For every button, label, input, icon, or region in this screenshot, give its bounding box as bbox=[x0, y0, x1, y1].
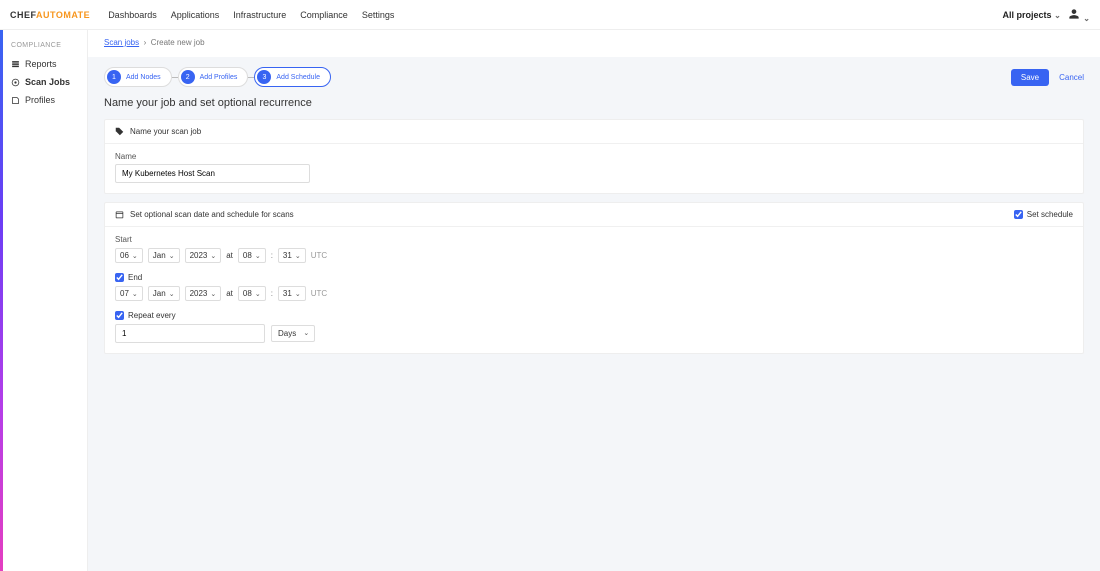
start-label: Start bbox=[115, 235, 1073, 244]
end-day-select[interactable]: 07⌄ bbox=[115, 286, 143, 301]
name-card: Name your scan job Name bbox=[104, 119, 1084, 194]
start-tz: UTC bbox=[311, 251, 327, 260]
nav-dashboards[interactable]: Dashboards bbox=[108, 10, 157, 20]
start-day-select[interactable]: 06⌄ bbox=[115, 248, 143, 263]
breadcrumb-current: Create new job bbox=[151, 38, 205, 47]
save-button[interactable]: Save bbox=[1011, 69, 1049, 86]
end-checkbox[interactable] bbox=[115, 273, 124, 282]
repeat-checkbox[interactable] bbox=[115, 311, 124, 320]
avatar-icon bbox=[1067, 7, 1081, 21]
breadcrumb: Scan jobs › Create new job bbox=[104, 38, 1084, 47]
step-add-schedule[interactable]: 3 Add Schedule bbox=[254, 67, 331, 87]
chevron-down-icon: ⌄ bbox=[210, 252, 216, 260]
set-schedule-toggle[interactable]: Set schedule bbox=[1014, 210, 1073, 219]
sidebar-item-scan-jobs[interactable]: Scan Jobs bbox=[3, 73, 87, 91]
nav-compliance[interactable]: Compliance bbox=[300, 10, 348, 20]
chevron-down-icon: ⌄ bbox=[255, 290, 261, 298]
chevron-down-icon: ⌄ bbox=[169, 290, 175, 298]
top-nav-links: Dashboards Applications Infrastructure C… bbox=[108, 10, 394, 20]
tag-icon bbox=[115, 127, 124, 136]
schedule-card: Set optional scan date and schedule for … bbox=[104, 202, 1084, 354]
sidebar-item-label: Scan Jobs bbox=[25, 77, 70, 87]
step-add-nodes[interactable]: 1 Add Nodes bbox=[104, 67, 172, 87]
end-hour-select[interactable]: 08⌄ bbox=[238, 286, 266, 301]
start-minute-select[interactable]: 31⌄ bbox=[278, 248, 306, 263]
repeat-interval-input[interactable] bbox=[115, 324, 265, 343]
breadcrumb-root[interactable]: Scan jobs bbox=[104, 38, 139, 47]
sidebar: COMPLIANCE Reports Scan Jobs Profiles bbox=[3, 30, 88, 571]
calendar-icon bbox=[115, 210, 124, 219]
chevron-down-icon: ⌄ bbox=[255, 252, 261, 260]
chevron-down-icon: ⌄ bbox=[132, 290, 138, 298]
nav-infrastructure[interactable]: Infrastructure bbox=[233, 10, 286, 20]
end-tz: UTC bbox=[311, 289, 327, 298]
schedule-card-title: Set optional scan date and schedule for … bbox=[130, 210, 294, 219]
start-hour-select[interactable]: 08⌄ bbox=[238, 248, 266, 263]
end-month-select[interactable]: Jan⌄ bbox=[148, 286, 180, 301]
name-card-title: Name your scan job bbox=[130, 127, 201, 136]
chevron-down-icon: ⌄ bbox=[303, 329, 309, 337]
nav-applications[interactable]: Applications bbox=[171, 10, 220, 20]
chevron-down-icon: ⌄ bbox=[210, 290, 216, 298]
sidebar-item-profiles[interactable]: Profiles bbox=[3, 91, 87, 109]
page-title: Name your job and set optional recurrenc… bbox=[88, 97, 1100, 119]
top-nav-right: All projects ⌄ ⌄ bbox=[1003, 7, 1090, 23]
chevron-down-icon: ⌄ bbox=[132, 252, 138, 260]
chevron-down-icon: ⌄ bbox=[295, 252, 301, 260]
repeat-unit-select[interactable]: Days ⌄ bbox=[271, 325, 315, 342]
start-year-select[interactable]: 2023⌄ bbox=[185, 248, 222, 263]
end-toggle[interactable]: End bbox=[115, 273, 1073, 282]
reports-icon bbox=[11, 60, 20, 69]
set-schedule-checkbox[interactable] bbox=[1014, 210, 1023, 219]
brand-logo: CHEFAUTOMATE bbox=[10, 10, 90, 20]
cancel-button[interactable]: Cancel bbox=[1059, 73, 1084, 82]
start-month-select[interactable]: Jan⌄ bbox=[148, 248, 180, 263]
name-label: Name bbox=[115, 152, 1073, 161]
sidebar-item-label: Profiles bbox=[25, 95, 55, 105]
user-menu[interactable]: ⌄ bbox=[1067, 7, 1090, 23]
chevron-down-icon: ⌄ bbox=[169, 252, 175, 260]
nav-settings[interactable]: Settings bbox=[362, 10, 395, 20]
sidebar-item-label: Reports bbox=[25, 59, 57, 69]
end-minute-select[interactable]: 31⌄ bbox=[278, 286, 306, 301]
top-nav: CHEFAUTOMATE Dashboards Applications Inf… bbox=[0, 0, 1100, 30]
job-name-input[interactable] bbox=[115, 164, 310, 183]
repeat-toggle[interactable]: Repeat every bbox=[115, 311, 1073, 320]
chevron-down-icon: ⌄ bbox=[1054, 11, 1061, 20]
chevron-down-icon: ⌄ bbox=[295, 290, 301, 298]
end-year-select[interactable]: 2023⌄ bbox=[185, 286, 222, 301]
step-add-profiles[interactable]: 2 Add Profiles bbox=[178, 67, 249, 87]
project-selector[interactable]: All projects ⌄ bbox=[1003, 10, 1061, 20]
sidebar-section-title: COMPLIANCE bbox=[3, 40, 87, 55]
stepper: 1 Add Nodes 2 Add Profiles 3 Add Schedul… bbox=[104, 67, 331, 87]
sidebar-item-reports[interactable]: Reports bbox=[3, 55, 87, 73]
scan-jobs-icon bbox=[11, 78, 20, 87]
chevron-down-icon: ⌄ bbox=[1083, 14, 1090, 23]
profiles-icon bbox=[11, 96, 20, 105]
main-content: Scan jobs › Create new job 1 Add Nodes 2… bbox=[88, 30, 1100, 571]
